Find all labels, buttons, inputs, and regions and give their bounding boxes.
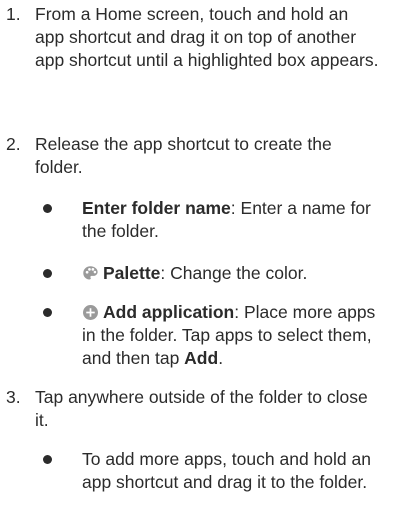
step-number: 1.	[6, 4, 21, 24]
bullet-text: To add more apps, touch and hold an app …	[82, 449, 371, 492]
bullet-separator: :	[160, 263, 171, 283]
bullet-term: Enter folder name	[82, 198, 231, 218]
bullet-end: .	[218, 348, 224, 368]
step-number: 3.	[6, 387, 21, 407]
bullet-term: Add application	[103, 302, 235, 322]
add-circle-icon	[83, 305, 98, 320]
bullet-description: Change the color.	[170, 263, 308, 283]
bullet-separator: :	[234, 302, 244, 322]
bullet-dot	[43, 455, 52, 464]
bullet-dot	[43, 308, 52, 317]
step-text: From a Home screen, touch and hold an ap…	[35, 4, 379, 70]
palette-icon	[83, 266, 98, 280]
instruction-document: 1. From a Home screen, touch and hold an…	[0, 0, 401, 519]
bullet-dot	[43, 269, 52, 278]
bullet-term: Palette	[103, 263, 161, 283]
bullet-separator: :	[230, 198, 241, 218]
bullet-text: Palette: Change the color.	[82, 262, 379, 285]
step-text: Release the app shortcut to create the f…	[35, 134, 332, 177]
add-emphasis: Add	[184, 348, 219, 368]
step-number: 2.	[6, 134, 21, 154]
bullet-text: Enter folder name: Enter a name for the …	[82, 197, 379, 243]
bullet-dot	[43, 204, 52, 213]
step-text: Tap anywhere outside of the folder to cl…	[35, 387, 368, 430]
bullet-text: Add application: Place more apps in the …	[82, 301, 379, 370]
